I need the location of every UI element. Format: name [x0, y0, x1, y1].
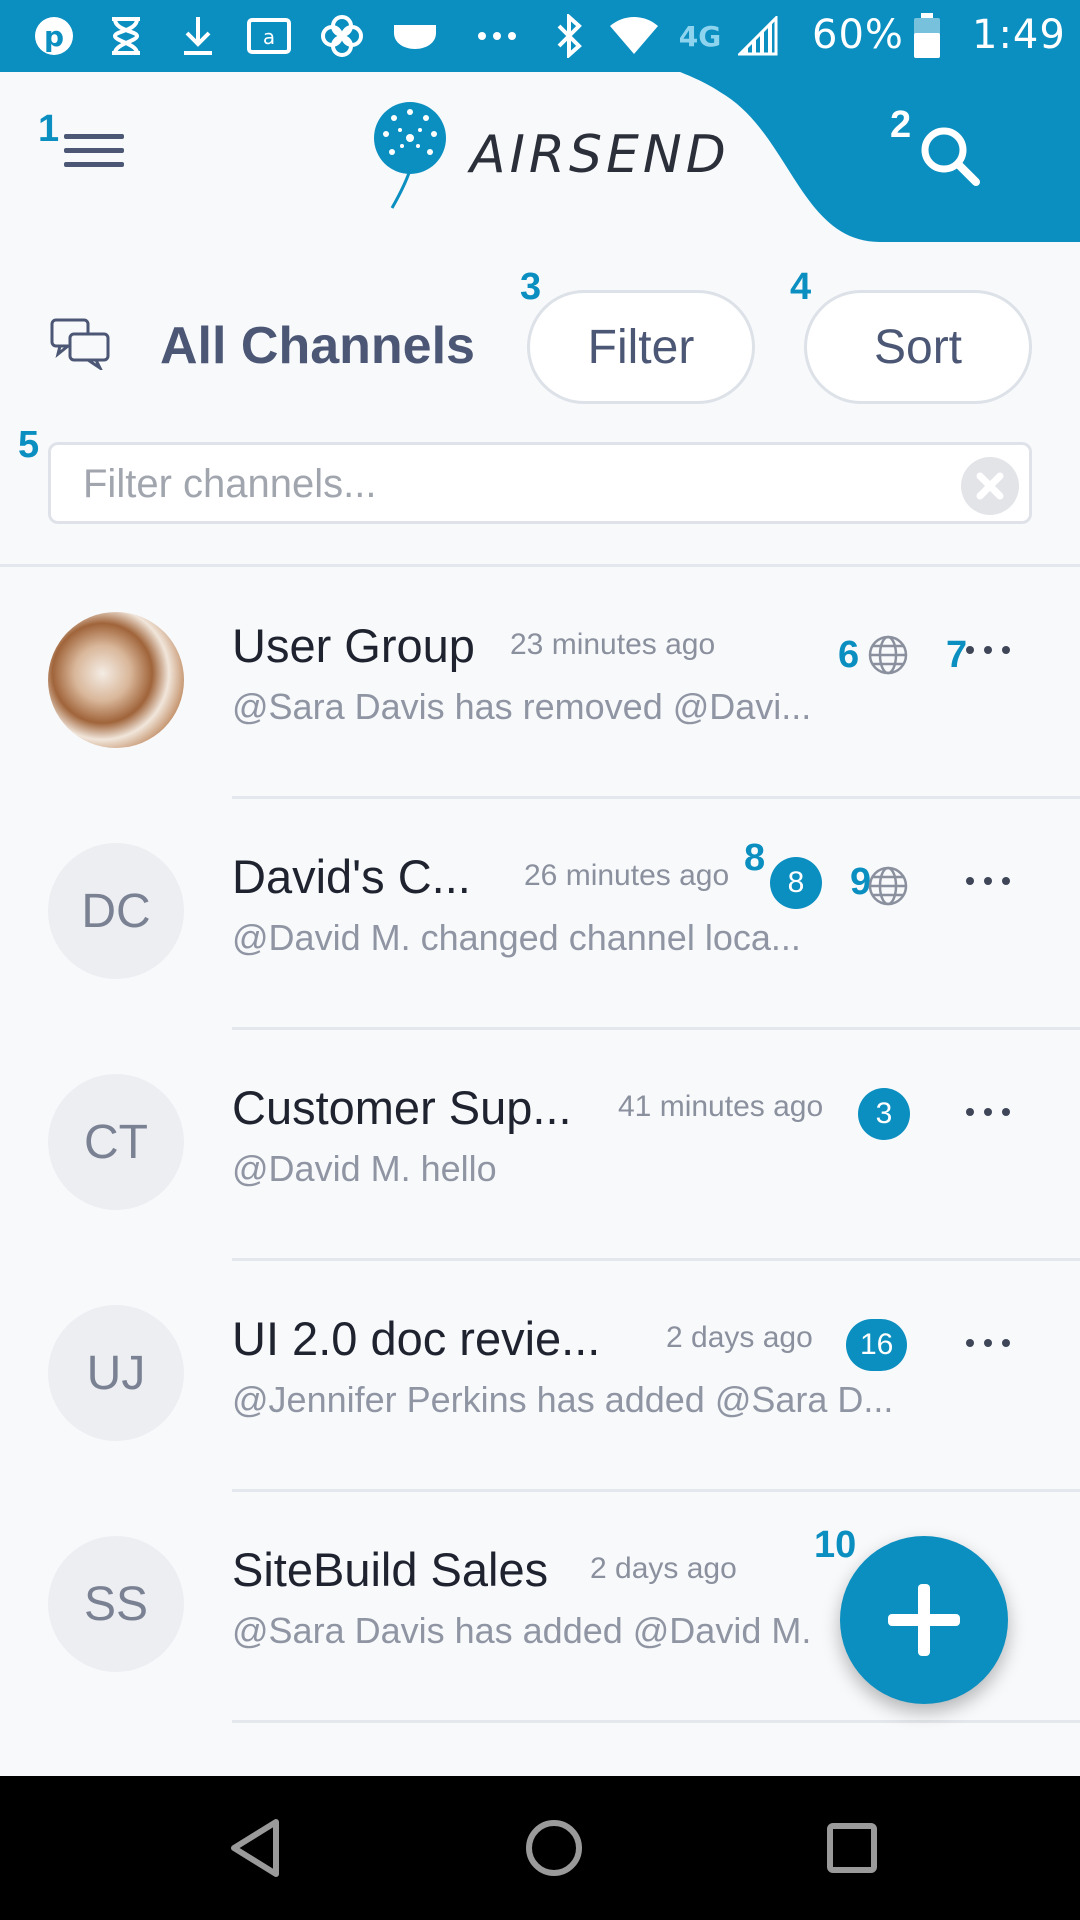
search-button[interactable]	[914, 120, 984, 190]
network-type-icon: 4G	[678, 19, 722, 53]
channel-row-customer-support[interactable]: CT Customer Sup... 41 minutes ago @David…	[0, 1030, 1080, 1261]
channel-preview: @Jennifer Perkins has added @Sara D...	[232, 1379, 894, 1420]
search-wave-background	[680, 72, 1080, 242]
marker-2: 2	[890, 104, 912, 146]
channel-row-davids[interactable]: DC David's C... 26 minutes ago @David M.…	[0, 799, 1080, 1030]
channel-time: 2 days ago	[590, 1552, 737, 1585]
back-icon	[231, 1819, 279, 1877]
marker-8: 8	[744, 837, 766, 879]
filter-button[interactable]: Filter	[527, 290, 755, 404]
wifi-icon	[606, 14, 662, 58]
filter-channels-input[interactable]	[83, 457, 943, 511]
dandelion-icon	[374, 102, 446, 209]
filter-channels-field	[48, 442, 1032, 524]
marker-1: 1	[38, 108, 60, 150]
more-options-button[interactable]	[966, 1323, 1010, 1363]
clear-filter-button[interactable]	[961, 457, 1019, 515]
menu-line	[64, 162, 124, 167]
clock: 1:49	[972, 12, 1066, 58]
channel-time: 2 days ago	[666, 1321, 813, 1354]
page-title: All Channels	[160, 317, 475, 375]
channels-icon	[50, 318, 110, 370]
channel-title: User Group	[232, 619, 475, 672]
marker-4: 4	[790, 266, 812, 308]
amazon-icon: a	[244, 14, 294, 58]
close-icon	[976, 472, 1004, 500]
more-options-button[interactable]	[966, 861, 1010, 901]
channel-preview: @Sara Davis has added @David M.	[232, 1610, 812, 1651]
menu-button[interactable]	[64, 134, 124, 178]
marker-5: 5	[18, 424, 40, 466]
channel-row-user-group[interactable]: User Group 23 minutes ago @Sara Davis ha…	[0, 568, 1080, 799]
avatar: SS	[48, 1536, 184, 1672]
bluetooth-icon	[552, 14, 588, 58]
avatar: CT	[48, 1074, 184, 1210]
channel-title: Customer Sup...	[232, 1081, 572, 1134]
menu-line	[64, 134, 124, 139]
svg-text:p: p	[44, 20, 64, 53]
download-icon	[176, 14, 220, 58]
channel-title: David's C...	[232, 850, 471, 903]
channel-preview: @David M. changed channel loca...	[232, 917, 801, 958]
status-bar: p a 4G 60% 1:49	[0, 0, 1080, 72]
marker-6: 6	[838, 634, 860, 676]
navigation-bar	[0, 1776, 1080, 1920]
channel-time: 41 minutes ago	[618, 1090, 824, 1123]
globe-icon	[868, 635, 908, 675]
add-channel-button[interactable]	[840, 1536, 1008, 1704]
battery-icon	[912, 13, 942, 58]
battery-percent: 60%	[812, 12, 904, 58]
recents-icon	[827, 1823, 877, 1873]
channel-time: 23 minutes ago	[510, 628, 716, 661]
hourglass-icon	[104, 14, 148, 58]
more-options-button[interactable]	[966, 1092, 1010, 1132]
pinterest-icon: p	[30, 14, 78, 58]
more-notifications-icon	[474, 14, 520, 58]
unread-badge: 3	[858, 1088, 910, 1140]
channel-title: UI 2.0 doc revie...	[232, 1312, 601, 1365]
divider	[0, 564, 1080, 567]
channel-time: 26 minutes ago	[524, 859, 730, 892]
marker-3: 3	[520, 266, 542, 308]
sort-button[interactable]: Sort	[804, 290, 1032, 404]
channel-title: SiteBuild Sales	[232, 1543, 549, 1596]
search-icon	[921, 127, 980, 186]
channel-preview: @David M. hello	[232, 1148, 497, 1189]
globe-icon	[868, 866, 908, 906]
menu-line	[64, 148, 124, 153]
avatar: UJ	[48, 1305, 184, 1441]
app-logo: AIRSEND	[370, 100, 730, 210]
wallet-icon	[390, 14, 440, 58]
back-button[interactable]	[220, 1812, 292, 1884]
home-icon	[526, 1820, 582, 1876]
unread-badge: 16	[846, 1319, 908, 1371]
signal-icon	[736, 14, 780, 58]
divider	[232, 1720, 1080, 1723]
marker-7: 7	[946, 634, 968, 676]
svg-text:a: a	[263, 25, 275, 49]
channel-preview: @Sara Davis has removed @Davi...	[232, 686, 812, 727]
home-button[interactable]	[518, 1812, 590, 1884]
avatar: DC	[48, 843, 184, 979]
pinwheel-icon	[318, 14, 366, 58]
more-options-button[interactable]	[966, 630, 1010, 670]
unread-badge: 8	[770, 857, 822, 909]
avatar	[48, 612, 184, 748]
marker-10: 10	[814, 1524, 857, 1566]
channel-row-ui-doc-review[interactable]: UJ UI 2.0 doc revie... 2 days ago @Jenni…	[0, 1261, 1080, 1492]
recents-button[interactable]	[816, 1812, 888, 1884]
